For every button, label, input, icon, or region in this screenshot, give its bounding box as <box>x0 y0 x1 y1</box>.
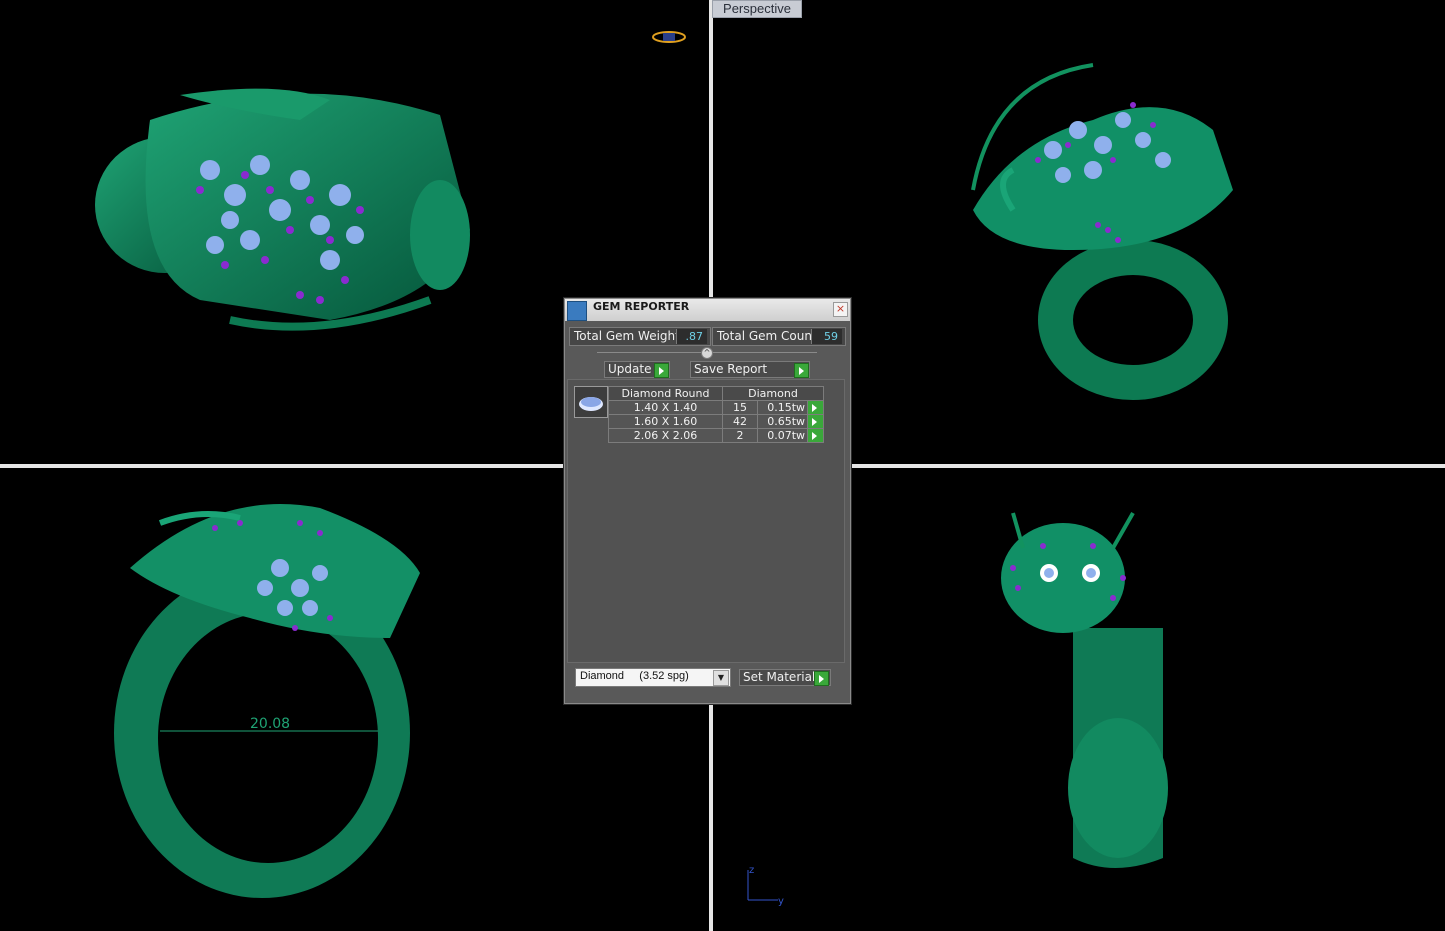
total-gem-count-box: Total Gem Count 59 <box>712 327 846 346</box>
svg-text:y: y <box>778 896 784 907</box>
navigation-cube-icon[interactable] <box>651 30 687 44</box>
column-header-material: Diamond <box>722 386 824 401</box>
gem-reporter-dialog: GEM REPORTER × Total Gem Weight .87 Tota… <box>564 298 851 704</box>
ring-size-dimension: 20.08 <box>250 716 290 732</box>
collapse-icon[interactable]: ^ <box>701 347 713 359</box>
total-gem-weight-box: Total Gem Weight .87 <box>569 327 711 346</box>
table-row: 2.06 X 2.06 2 0.07tw <box>608 428 824 443</box>
table-row: 1.60 X 1.60 42 0.65tw <box>608 414 824 429</box>
material-select[interactable]: Diamond (3.52 spg) ▼ <box>575 668 731 687</box>
gem-table: Diamond Round Diamond 1.40 X 1.40 15 0.1… <box>608 386 824 443</box>
column-header-shape: Diamond Round <box>608 386 723 401</box>
total-gem-count-label: Total Gem Count <box>717 329 817 343</box>
update-button[interactable]: Update <box>604 361 670 378</box>
round-diamond-icon[interactable] <box>574 386 608 418</box>
set-material-button[interactable]: Set Material <box>739 669 831 686</box>
gem-list-panel: Diamond Round Diamond 1.40 X 1.40 15 0.1… <box>567 379 845 663</box>
total-gem-weight-value: .87 <box>676 329 707 344</box>
row-select-button[interactable] <box>807 428 824 443</box>
play-arrow-icon <box>654 363 669 378</box>
save-report-button[interactable]: Save Report <box>690 361 810 378</box>
material-select-value: Diamond (3.52 spg) <box>580 670 689 682</box>
play-arrow-icon <box>814 671 829 686</box>
chevron-down-icon[interactable]: ▼ <box>713 670 729 686</box>
gem-reporter-icon <box>567 301 587 321</box>
svg-text:z: z <box>749 865 754 876</box>
total-gem-count-value: 59 <box>811 329 842 344</box>
total-gem-weight-label: Total Gem Weight <box>574 329 680 343</box>
axis-indicator-icon: z y <box>747 865 784 907</box>
close-icon[interactable]: × <box>833 302 848 317</box>
row-select-button[interactable] <box>807 414 824 429</box>
table-row: 1.40 X 1.40 15 0.15tw <box>608 400 824 415</box>
dialog-title: GEM REPORTER <box>593 300 690 313</box>
row-select-button[interactable] <box>807 400 824 415</box>
dialog-titlebar[interactable]: GEM REPORTER × <box>565 299 850 321</box>
perspective-viewport-label[interactable]: Perspective <box>712 0 802 18</box>
play-arrow-icon <box>794 363 809 378</box>
